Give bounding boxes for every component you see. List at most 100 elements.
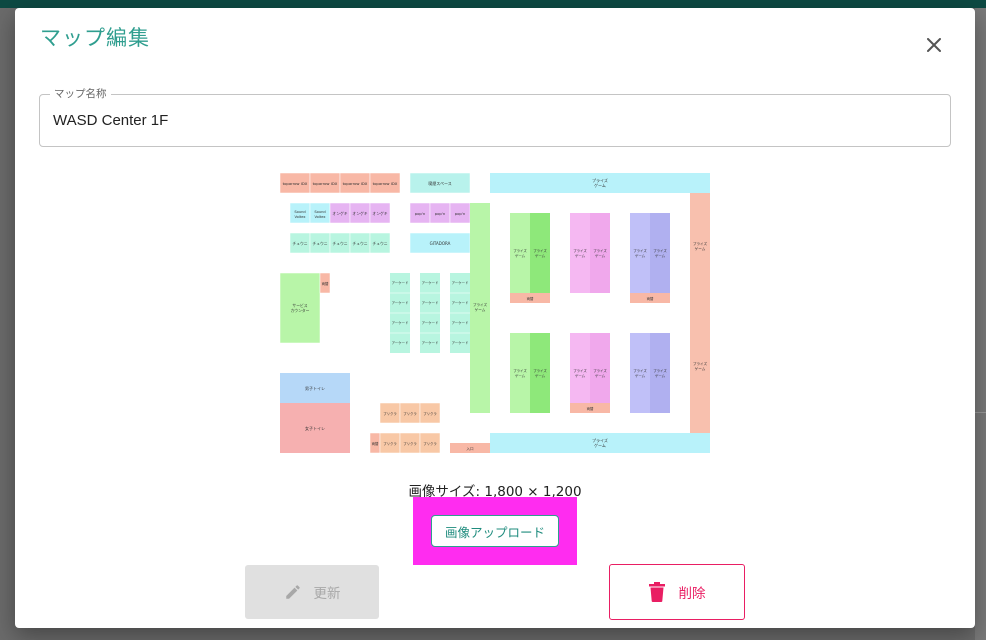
svg-text:プリクラ: プリクラ [383, 411, 397, 416]
svg-text:ゲーム: ゲーム [594, 442, 606, 448]
svg-text:両替: 両替 [647, 296, 654, 301]
svg-text:アーケード: アーケード [452, 320, 469, 325]
svg-text:プライズ: プライズ [533, 368, 547, 373]
svg-text:ゲーム: ゲーム [635, 373, 646, 378]
map-name-input[interactable] [40, 95, 950, 146]
prize-islands: 両替 両替 両替 プライズ ゲーム プライズ ゲーム プライズ ゲーム プライズ… [510, 213, 670, 413]
svg-text:アーケード: アーケード [392, 280, 409, 285]
svg-text:pop'n: pop'n [435, 211, 446, 216]
svg-text:ゲーム: ゲーム [655, 253, 666, 258]
svg-text:アーケード: アーケード [422, 300, 439, 305]
svg-text:ゲーム: ゲーム [655, 373, 666, 378]
svg-text:オンゲキ: オンゲキ [372, 211, 387, 216]
svg-text:プライズ: プライズ [573, 248, 587, 253]
svg-text:ゲーム: ゲーム [595, 253, 606, 258]
svg-text:アーケード: アーケード [392, 340, 409, 345]
svg-text:ゲーム: ゲーム [695, 246, 706, 251]
svg-text:入口: 入口 [466, 446, 474, 451]
delete-label: 削除 [678, 586, 706, 602]
svg-text:プライズ: プライズ [693, 361, 708, 366]
svg-text:プライズ: プライズ [593, 248, 607, 253]
svg-text:プライズ: プライズ [473, 302, 488, 307]
svg-text:プリクラ: プリクラ [423, 441, 437, 446]
floor-map: toparrow IDX toparrow IDX toparrow IDX t… [280, 173, 710, 453]
smoking-space-label: 喫煙スペース [428, 180, 452, 186]
app-top-bar [0, 0, 986, 8]
svg-text:チュウニ: チュウニ [292, 241, 307, 246]
svg-text:ゲーム: ゲーム [595, 373, 606, 378]
svg-text:チュウニ: チュウニ [352, 241, 367, 246]
svg-text:アーケード: アーケード [422, 340, 439, 345]
map-preview-image: toparrow IDX toparrow IDX toparrow IDX t… [280, 173, 710, 453]
svg-text:プライズ: プライズ [573, 368, 587, 373]
svg-text:Voltex: Voltex [294, 215, 306, 219]
svg-text:ゲーム: ゲーム [515, 373, 526, 378]
svg-text:オンゲキ: オンゲキ [352, 211, 367, 216]
svg-text:プライズ: プライズ [693, 241, 708, 246]
svg-text:Sound: Sound [314, 210, 325, 214]
svg-text:Voltex: Voltex [314, 215, 326, 219]
pencil-icon [285, 585, 300, 599]
svg-text:女子トイレ: 女子トイレ [305, 425, 325, 431]
svg-text:toparrow IDX: toparrow IDX [373, 181, 398, 186]
image-upload-button[interactable]: 画像アップロード [431, 515, 559, 547]
svg-text:チュウニ: チュウニ [372, 241, 387, 246]
svg-text:ゲーム: ゲーム [515, 253, 526, 258]
map-name-field: マップ名称 [39, 87, 951, 147]
update-button[interactable]: 更新 [245, 565, 379, 619]
close-button[interactable] [919, 30, 949, 60]
svg-text:アーケード: アーケード [452, 300, 469, 305]
svg-text:アーケード: アーケード [422, 320, 439, 325]
svg-text:ゲーム: ゲーム [575, 253, 586, 258]
svg-text:チュウニ: チュウニ [312, 241, 327, 246]
update-label: 更新 [313, 586, 341, 602]
svg-text:プライズ: プライズ [633, 368, 647, 373]
svg-text:アーケード: アーケード [392, 320, 409, 325]
svg-text:両替: 両替 [587, 406, 594, 411]
close-icon [927, 38, 941, 52]
map-edit-dialog: マップ編集 マップ名称 toparrow IDX toparrow IDX to… [15, 8, 975, 628]
trash-icon [648, 582, 665, 602]
svg-text:両替: 両替 [322, 281, 329, 286]
svg-text:ゲーム: ゲーム [594, 182, 606, 188]
svg-text:pop'n: pop'n [415, 211, 426, 216]
svg-text:両替: 両替 [527, 296, 534, 301]
background-page-strip [975, 8, 986, 640]
svg-text:ゲーム: ゲーム [575, 373, 586, 378]
dialog-title: マップ編集 [40, 26, 150, 50]
svg-text:チュウニ: チュウニ [332, 241, 347, 246]
svg-text:プリクラ: プリクラ [403, 411, 417, 416]
svg-text:ゲーム: ゲーム [535, 253, 546, 258]
svg-text:pop'n: pop'n [455, 211, 466, 216]
svg-text:アーケード: アーケード [452, 340, 469, 345]
arcade-columns: アーケード アーケード アーケード アーケード アーケード アーケード アーケー… [390, 273, 470, 353]
svg-text:アーケード: アーケード [422, 280, 439, 285]
svg-text:プライズ: プライズ [633, 248, 647, 253]
svg-text:toparrow IDX: toparrow IDX [313, 181, 338, 186]
svg-text:プライズ: プライズ [653, 248, 667, 253]
svg-text:GITADORA: GITADORA [430, 241, 451, 246]
svg-text:プライズ: プライズ [593, 368, 607, 373]
svg-text:カウンター: カウンター [291, 308, 310, 313]
svg-text:両替: 両替 [372, 441, 379, 446]
delete-button[interactable]: 削除 [609, 564, 745, 620]
svg-text:プライズ: プライズ [513, 248, 527, 253]
svg-text:プライズ: プライズ [533, 248, 547, 253]
svg-text:ゲーム: ゲーム [695, 366, 706, 371]
svg-text:プリクラ: プリクラ [423, 411, 437, 416]
svg-text:プリクラ: プリクラ [403, 441, 417, 446]
toparrow-cabinets: toparrow IDX toparrow IDX toparrow IDX t… [280, 173, 401, 194]
svg-text:男子トイレ: 男子トイレ [305, 385, 325, 391]
svg-text:ゲーム: ゲーム [475, 307, 486, 312]
svg-text:toparrow IDX: toparrow IDX [283, 181, 308, 186]
svg-text:プライズ: プライズ [513, 368, 527, 373]
svg-text:オンゲキ: オンゲキ [332, 211, 347, 216]
svg-text:Sound: Sound [294, 210, 305, 214]
svg-text:プライズ: プライズ [653, 368, 667, 373]
svg-text:アーケード: アーケード [452, 280, 469, 285]
svg-text:プリクラ: プリクラ [383, 441, 397, 446]
svg-text:ゲーム: ゲーム [535, 373, 546, 378]
svg-text:toparrow IDX: toparrow IDX [343, 181, 368, 186]
svg-text:ゲーム: ゲーム [635, 253, 646, 258]
svg-text:アーケード: アーケード [392, 300, 409, 305]
